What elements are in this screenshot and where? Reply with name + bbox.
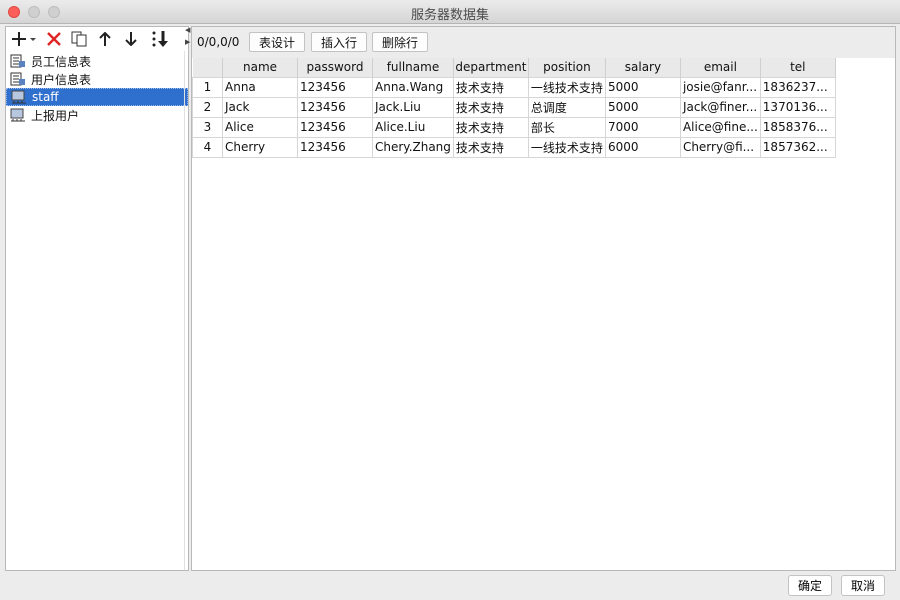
move-down-button[interactable] bbox=[124, 29, 138, 49]
db-table-icon bbox=[10, 54, 25, 68]
tree-item-label: 上报用户 bbox=[31, 108, 80, 123]
column-header-department[interactable]: department bbox=[453, 58, 529, 77]
db-table-icon bbox=[10, 72, 25, 86]
table-cell[interactable]: Jack.Liu bbox=[372, 96, 454, 118]
panel-splitter[interactable]: ◀ ▶ bbox=[183, 26, 191, 571]
table-row: 4 Cherry 123456 Chery.Zhang 技术支持 一线技术支持 … bbox=[192, 136, 836, 158]
table-cell[interactable]: 技术支持 bbox=[452, 76, 529, 98]
move-up-button[interactable] bbox=[98, 29, 112, 49]
data-sheet: name password fullname department positi… bbox=[192, 58, 895, 570]
table-cell[interactable]: 123456 bbox=[297, 76, 373, 98]
sort-button[interactable] bbox=[150, 29, 170, 49]
sort-down-icon bbox=[152, 31, 168, 47]
table-cell[interactable]: Jack@finer... bbox=[679, 96, 761, 118]
copy-icon bbox=[71, 31, 87, 47]
table-header-row: name password fullname department positi… bbox=[192, 58, 836, 77]
tree-item-user-info[interactable]: 用户信息表 bbox=[6, 70, 188, 88]
table-cell[interactable]: 1857362... bbox=[759, 136, 836, 158]
column-header-password[interactable]: password bbox=[297, 58, 373, 77]
tree-item-label: 员工信息表 bbox=[31, 54, 92, 69]
ok-button[interactable]: 确定 bbox=[788, 575, 832, 596]
cell-position-readout: 0/0,0/0 bbox=[197, 35, 240, 49]
table-cell[interactable]: Anna.Wang bbox=[372, 76, 454, 98]
table-cell[interactable]: 1836237... bbox=[759, 76, 836, 98]
table-design-button[interactable]: 表设计 bbox=[249, 32, 305, 52]
data-table: name password fullname department positi… bbox=[192, 58, 836, 158]
collapse-left-icon[interactable]: ◀ bbox=[185, 26, 190, 34]
tree-item-reported-users[interactable]: 上报用户 bbox=[6, 106, 188, 124]
column-header-email[interactable]: email bbox=[680, 58, 761, 77]
table-cell[interactable]: 技术支持 bbox=[452, 136, 529, 158]
expand-right-icon[interactable]: ▶ bbox=[185, 38, 190, 46]
window-title: 服务器数据集 bbox=[410, 8, 489, 23]
table-cell[interactable]: Alice bbox=[222, 116, 298, 138]
plus-icon bbox=[12, 32, 36, 46]
table-row: 1 Anna 123456 Anna.Wang 技术支持 一线技术支持 5000… bbox=[192, 76, 836, 98]
column-header-fullname[interactable]: fullname bbox=[372, 58, 454, 77]
copy-button[interactable] bbox=[70, 29, 88, 49]
row-number[interactable]: 4 bbox=[192, 136, 223, 158]
column-header-tel[interactable]: tel bbox=[760, 58, 836, 77]
dataset-sidebar: 员工信息表 用户信息表 staff 上报用户 bbox=[5, 26, 189, 571]
row-number[interactable]: 2 bbox=[192, 96, 223, 118]
table-cell[interactable]: 1858376... bbox=[759, 116, 836, 138]
table-cell[interactable]: 1370136... bbox=[759, 96, 836, 118]
table-cell[interactable]: 总调度 bbox=[527, 96, 606, 118]
arrow-up-icon bbox=[99, 32, 111, 46]
table-cell[interactable]: 123456 bbox=[297, 136, 373, 158]
table-cell[interactable]: Jack bbox=[222, 96, 298, 118]
tree-item-label: 用户信息表 bbox=[31, 72, 92, 87]
column-header-position[interactable]: position bbox=[528, 58, 606, 77]
delete-x-icon bbox=[47, 32, 61, 46]
arrow-down-icon bbox=[125, 32, 137, 46]
table-cell[interactable]: josie@fanr... bbox=[679, 76, 761, 98]
table-cell[interactable]: 一线技术支持 bbox=[527, 136, 606, 158]
table-cell[interactable]: 123456 bbox=[297, 116, 373, 138]
column-header-salary[interactable]: salary bbox=[605, 58, 681, 77]
table-cell[interactable]: Anna bbox=[222, 76, 298, 98]
table-cell[interactable]: 6000 bbox=[604, 136, 681, 158]
corner-header[interactable] bbox=[192, 58, 223, 77]
cancel-button[interactable]: 取消 bbox=[841, 575, 885, 596]
tree-item-staff[interactable]: staff bbox=[6, 88, 188, 106]
table-cell[interactable]: 技术支持 bbox=[452, 96, 529, 118]
table-cell[interactable]: 5000 bbox=[604, 76, 681, 98]
insert-row-button[interactable]: 插入行 bbox=[311, 32, 367, 52]
table-cell[interactable]: 7000 bbox=[604, 116, 681, 138]
title-bar: 服务器数据集 bbox=[0, 0, 900, 24]
table-editor-panel: 0/0,0/0 表设计 插入行 删除行 name password fullna… bbox=[191, 26, 896, 571]
row-number[interactable]: 3 bbox=[192, 116, 223, 138]
table-row: 3 Alice 123456 Alice.Liu 技术支持 部长 7000 Al… bbox=[192, 116, 836, 138]
sidebar-toolbar bbox=[6, 27, 188, 51]
table-cell[interactable]: 技术支持 bbox=[452, 116, 529, 138]
table-cell[interactable]: 一线技术支持 bbox=[527, 76, 606, 98]
server-table-icon bbox=[10, 108, 25, 122]
dataset-tree: 员工信息表 用户信息表 staff 上报用户 bbox=[6, 52, 188, 124]
delete-row-button[interactable]: 删除行 bbox=[372, 32, 428, 52]
table-cell[interactable]: Cherry bbox=[222, 136, 298, 158]
table-cell[interactable]: 5000 bbox=[604, 96, 681, 118]
tree-item-employee-info[interactable]: 员工信息表 bbox=[6, 52, 188, 70]
table-cell[interactable]: Alice.Liu bbox=[372, 116, 454, 138]
table-cell[interactable]: Cherry@fi... bbox=[679, 136, 761, 158]
table-cell[interactable]: Chery.Zhang bbox=[372, 136, 454, 158]
delete-button[interactable] bbox=[46, 29, 62, 49]
server-table-icon bbox=[11, 90, 26, 104]
table-cell[interactable]: 部长 bbox=[527, 116, 606, 138]
table-row: 2 Jack 123456 Jack.Liu 技术支持 总调度 5000 Jac… bbox=[192, 96, 836, 118]
column-header-name[interactable]: name bbox=[222, 58, 298, 77]
row-number[interactable]: 1 bbox=[192, 76, 223, 98]
table-cell[interactable]: Alice@fine... bbox=[679, 116, 761, 138]
add-dropdown-button[interactable] bbox=[12, 29, 38, 49]
table-toolbar: 0/0,0/0 表设计 插入行 删除行 bbox=[192, 27, 895, 57]
tree-item-label: staff bbox=[32, 90, 59, 104]
table-cell[interactable]: 123456 bbox=[297, 96, 373, 118]
